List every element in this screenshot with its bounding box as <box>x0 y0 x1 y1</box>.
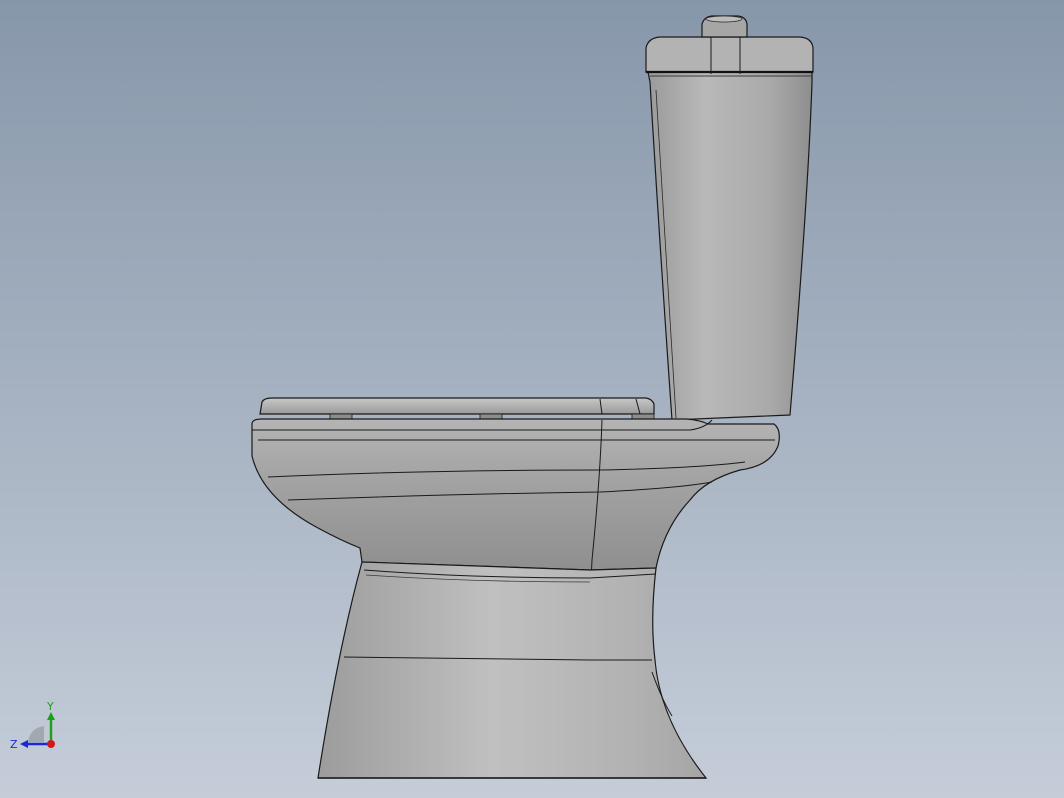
graphics-viewport[interactable]: Y Z <box>0 0 1064 798</box>
z-axis-label: Z <box>10 738 18 751</box>
bowl-body <box>251 418 780 571</box>
seat-bumper-1 <box>329 413 353 420</box>
triad-arc-icon <box>28 726 44 742</box>
view-triad[interactable]: Y Z <box>8 698 68 758</box>
flush-button-top <box>705 15 743 23</box>
cistern[interactable] <box>645 15 814 421</box>
cistern-lid[interactable] <box>645 36 814 73</box>
y-axis-label: Y <box>46 700 54 713</box>
y-axis-arrow-icon <box>47 712 55 720</box>
toilet-model[interactable] <box>0 0 1064 798</box>
seat-lid[interactable] <box>259 397 655 420</box>
pedestal-body <box>317 561 708 779</box>
seat-lid-body <box>259 397 655 415</box>
seat-bumper-3 <box>631 413 655 420</box>
pedestal[interactable] <box>317 561 708 779</box>
seat-bumper-2 <box>479 413 503 420</box>
z-axis-arrow-icon <box>20 740 28 748</box>
x-axis-icon <box>47 740 55 748</box>
